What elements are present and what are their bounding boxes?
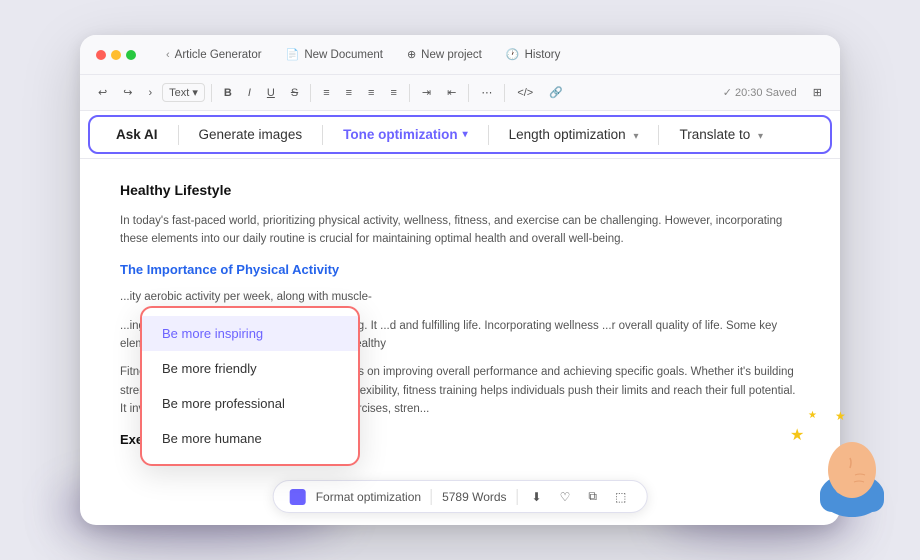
bottom-bar: Format optimization 5789 Words ⬇ ♡ ⧉ ⬚ bbox=[273, 480, 648, 513]
copy-button[interactable]: ⧉ bbox=[584, 487, 601, 506]
separator bbox=[517, 489, 518, 505]
share-button[interactable]: ⬚ bbox=[611, 488, 630, 506]
align-right-icon: ≡ bbox=[368, 87, 374, 99]
separator bbox=[504, 84, 505, 102]
maximize-dot[interactable] bbox=[126, 50, 136, 60]
length-optimization-button[interactable]: Length optimization ▾ bbox=[493, 121, 655, 148]
strikethrough-icon: S bbox=[291, 87, 298, 99]
titlebar: ‹ Article Generator 📄 New Document ⊕ New… bbox=[80, 35, 840, 75]
minimize-dot[interactable] bbox=[111, 50, 121, 60]
separator bbox=[468, 84, 469, 102]
generate-images-button[interactable]: Generate images bbox=[183, 121, 319, 148]
link-icon: 🔗 bbox=[549, 86, 563, 99]
align-right-button[interactable]: ≡ bbox=[362, 84, 380, 102]
tab-new-document[interactable]: 📄 New Document bbox=[276, 44, 393, 65]
italic-button[interactable]: I bbox=[242, 84, 257, 102]
more-button[interactable]: ⋯ bbox=[475, 83, 498, 102]
toolbar-divider bbox=[322, 125, 323, 145]
underline-button[interactable]: U bbox=[261, 84, 281, 102]
toolbar-divider bbox=[488, 125, 489, 145]
align-left-button[interactable]: ≡ bbox=[317, 84, 335, 102]
download-button[interactable]: ⬇ bbox=[528, 488, 546, 506]
plus-icon: ⊕ bbox=[407, 48, 416, 61]
text-style-label: Text ▾ bbox=[169, 86, 198, 99]
tab-label: History bbox=[525, 49, 561, 61]
align-center-icon: ≡ bbox=[346, 87, 352, 99]
indent-icon: ⇥ bbox=[422, 86, 431, 99]
align-left-icon: ≡ bbox=[323, 87, 329, 99]
like-button[interactable]: ♡ bbox=[556, 488, 575, 506]
titlebar-tabs: ‹ Article Generator 📄 New Document ⊕ New… bbox=[156, 44, 570, 65]
dropdown-item-friendly[interactable]: Be more friendly bbox=[142, 351, 358, 386]
undo-icon: ↩ bbox=[98, 86, 107, 99]
align-center-button[interactable]: ≡ bbox=[340, 84, 358, 102]
toolbar-divider bbox=[178, 125, 179, 145]
document-title: Healthy Lifestyle bbox=[120, 179, 800, 202]
back-icon: ‹ bbox=[166, 49, 170, 61]
tab-label: New Document bbox=[304, 49, 383, 61]
editor-toolbar: ↩ ↪ › Text ▾ B I U S ≡ ≡ ≡ bbox=[80, 75, 840, 111]
doc-icon: 📄 bbox=[286, 48, 300, 61]
code-button[interactable]: </> bbox=[511, 84, 539, 102]
document-heading-1: The Importance of Physical Activity bbox=[120, 259, 800, 280]
justify-button[interactable]: ≡ bbox=[384, 84, 402, 102]
underline-icon: U bbox=[267, 87, 275, 99]
more-icon: ⋯ bbox=[481, 86, 492, 99]
content-area: Ask AI Generate images Tone optimization… bbox=[80, 111, 840, 525]
chevron-down-icon: ▾ bbox=[463, 129, 468, 140]
strikethrough-button[interactable]: S bbox=[285, 84, 304, 102]
tab-article-generator[interactable]: ‹ Article Generator bbox=[156, 45, 272, 65]
outdent-button[interactable]: ⇤ bbox=[441, 83, 462, 102]
tab-label: Article Generator bbox=[175, 49, 262, 61]
translate-to-button[interactable]: Translate to ▾ bbox=[663, 121, 779, 148]
link-button[interactable]: 🔗 bbox=[543, 83, 569, 102]
format-icon bbox=[290, 489, 306, 505]
length-chevron-icon: ▾ bbox=[633, 131, 638, 142]
redo-icon: ↪ bbox=[123, 86, 132, 99]
toolbar-divider bbox=[658, 125, 659, 145]
bold-icon: B bbox=[224, 87, 232, 99]
redo-button[interactable]: ↪ bbox=[117, 83, 138, 102]
dropdown-item-humane[interactable]: Be more humane bbox=[142, 421, 358, 456]
grid-icon: ⊞ bbox=[813, 86, 822, 99]
tab-history[interactable]: 🕐 History bbox=[496, 44, 570, 65]
main-window: ‹ Article Generator 📄 New Document ⊕ New… bbox=[80, 35, 840, 525]
outdent-icon: ⇤ bbox=[447, 86, 456, 99]
dropdown-item-professional[interactable]: Be more professional bbox=[142, 386, 358, 421]
tone-dropdown: Be more inspiring Be more friendly Be mo… bbox=[140, 306, 360, 466]
chevron-icon: › bbox=[148, 87, 152, 99]
tab-new-project[interactable]: ⊕ New project bbox=[397, 44, 492, 65]
saved-status: ✓ 20:30 Saved bbox=[723, 86, 797, 99]
history-icon: 🕐 bbox=[506, 48, 520, 61]
text-style-dropdown[interactable]: Text ▾ bbox=[162, 83, 205, 102]
document-paragraph-2: ...ity aerobic activity per week, along … bbox=[120, 288, 800, 306]
separator bbox=[310, 84, 311, 102]
separator bbox=[431, 489, 432, 505]
window-controls bbox=[96, 50, 136, 60]
more-history-button[interactable]: › bbox=[142, 84, 158, 102]
bold-button[interactable]: B bbox=[218, 84, 238, 102]
ai-toolbar: Ask AI Generate images Tone optimization… bbox=[80, 111, 840, 159]
dropdown-item-inspiring[interactable]: Be more inspiring bbox=[142, 316, 358, 351]
document-paragraph-1: In today's fast-paced world, prioritizin… bbox=[120, 212, 800, 249]
italic-icon: I bbox=[248, 87, 251, 99]
tone-optimization-button[interactable]: Tone optimization ▾ bbox=[327, 121, 484, 148]
code-icon: </> bbox=[517, 87, 533, 99]
tab-label: New project bbox=[421, 49, 482, 61]
close-dot[interactable] bbox=[96, 50, 106, 60]
justify-icon: ≡ bbox=[390, 87, 396, 99]
indent-button[interactable]: ⇥ bbox=[416, 83, 437, 102]
word-count: 5789 Words bbox=[442, 490, 506, 504]
separator bbox=[409, 84, 410, 102]
ask-ai-button[interactable]: Ask AI bbox=[100, 121, 174, 148]
undo-button[interactable]: ↩ bbox=[92, 83, 113, 102]
translate-chevron-icon: ▾ bbox=[758, 131, 763, 142]
grid-button[interactable]: ⊞ bbox=[807, 83, 828, 102]
format-label: Format optimization bbox=[316, 490, 421, 504]
separator bbox=[211, 84, 212, 102]
